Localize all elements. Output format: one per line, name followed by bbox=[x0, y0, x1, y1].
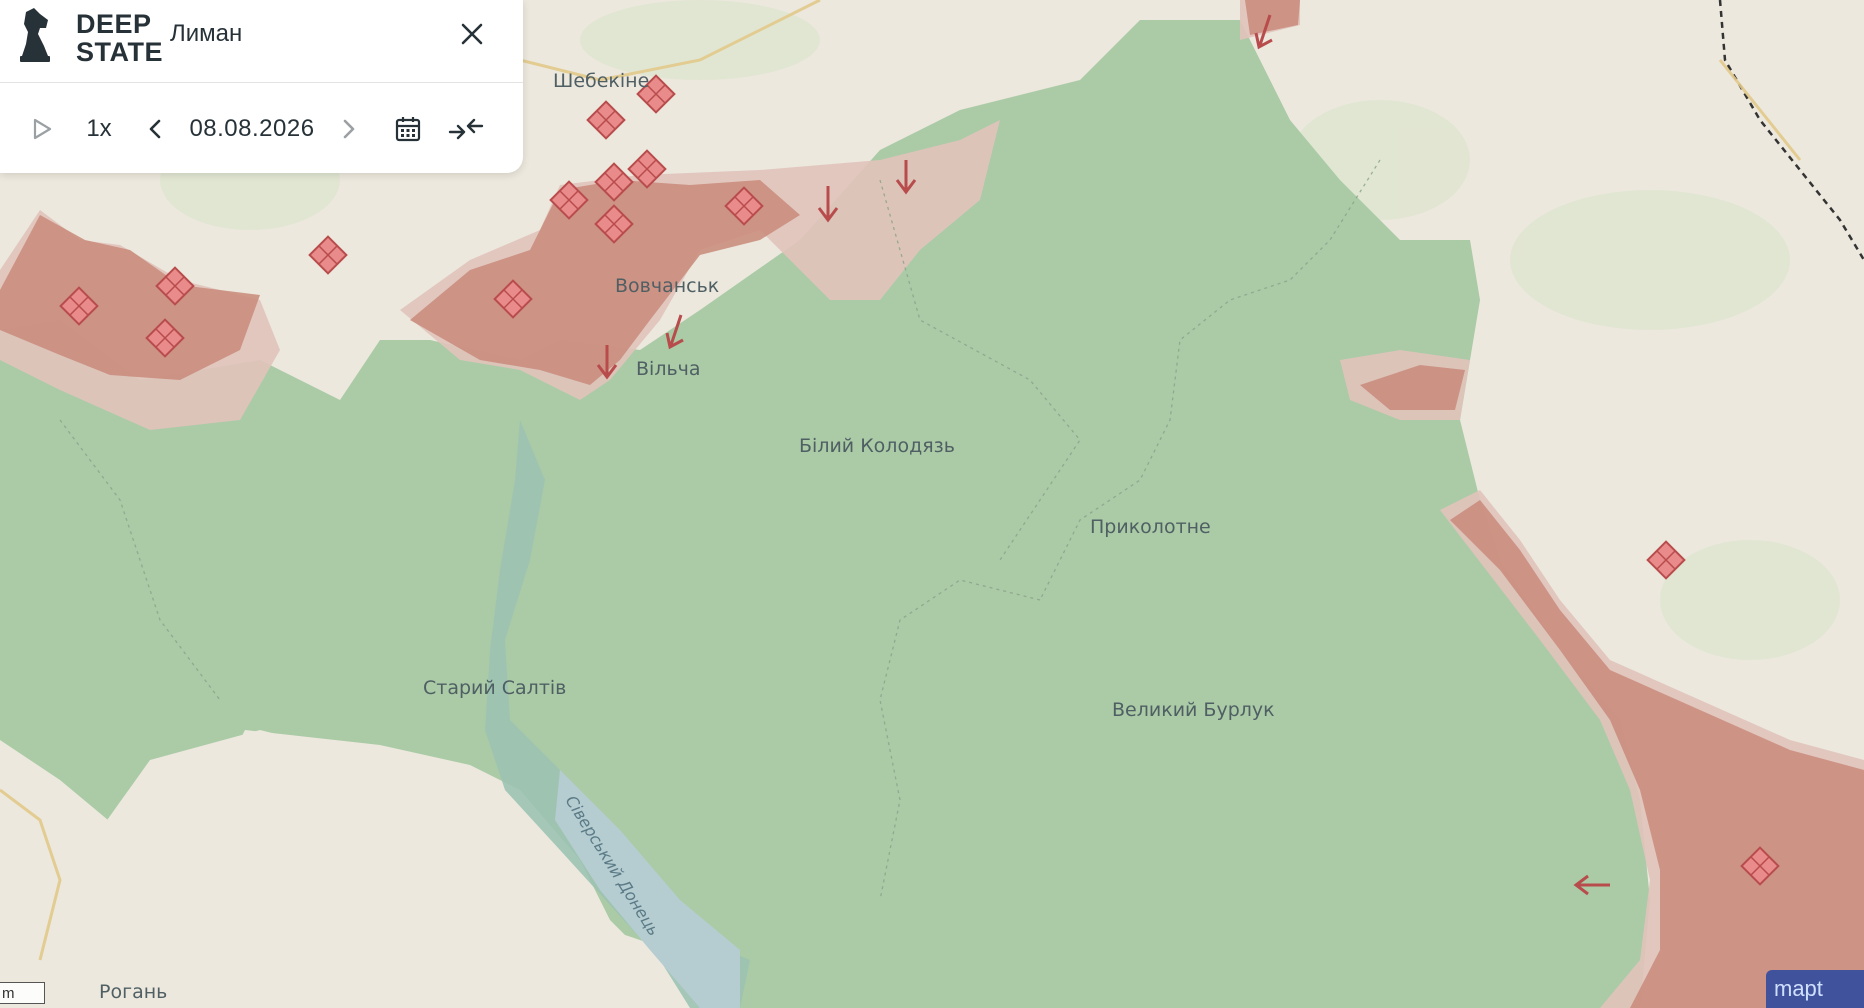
play-icon bbox=[33, 118, 52, 140]
label-shebekino: Шебекіне bbox=[553, 70, 649, 92]
panel-header: DEEP STATE Лиман bbox=[0, 0, 523, 83]
next-date-button[interactable] bbox=[334, 96, 364, 162]
knight-logo-icon bbox=[20, 8, 50, 62]
chevron-right-icon bbox=[343, 119, 355, 139]
prev-date-button[interactable] bbox=[140, 96, 170, 162]
label-prykolotne: Приколотне bbox=[1090, 516, 1211, 538]
app-logo[interactable]: DEEP STATE bbox=[18, 4, 163, 66]
play-button[interactable] bbox=[22, 96, 62, 162]
calendar-button[interactable] bbox=[388, 96, 428, 162]
label-velykyi-burluk: Великий Бурлук bbox=[1112, 699, 1275, 721]
label-staryi-saltiv: Старий Салтів bbox=[423, 677, 566, 699]
chevron-left-icon bbox=[149, 119, 161, 139]
collapse-icon bbox=[448, 118, 484, 140]
map-attribution[interactable]: mapt bbox=[1766, 970, 1864, 1008]
map-title: Лиман bbox=[170, 20, 243, 47]
close-icon bbox=[461, 23, 483, 45]
timeline-controls: 1x 08.08.2026 bbox=[0, 96, 523, 162]
speed-button[interactable]: 1x bbox=[78, 96, 120, 162]
scale-bar: m bbox=[0, 982, 45, 1004]
logo-text: DEEP STATE bbox=[76, 10, 163, 66]
label-vilcha: Вільча bbox=[636, 358, 701, 380]
control-panel: DEEP STATE Лиман 1x 08.08.2026 bbox=[0, 0, 523, 173]
close-button[interactable] bbox=[454, 16, 490, 52]
label-rohan: Рогань bbox=[99, 981, 167, 1003]
current-date[interactable]: 08.08.2026 bbox=[180, 96, 324, 162]
logo-line-1: DEEP bbox=[76, 9, 152, 39]
logo-line-2: STATE bbox=[76, 37, 163, 67]
collapse-button[interactable] bbox=[444, 96, 488, 162]
label-vovchansk: Вовчанськ bbox=[615, 275, 719, 297]
calendar-icon bbox=[395, 117, 421, 142]
label-bilyi-kolodiaz: Білий Колодязь bbox=[799, 435, 955, 457]
